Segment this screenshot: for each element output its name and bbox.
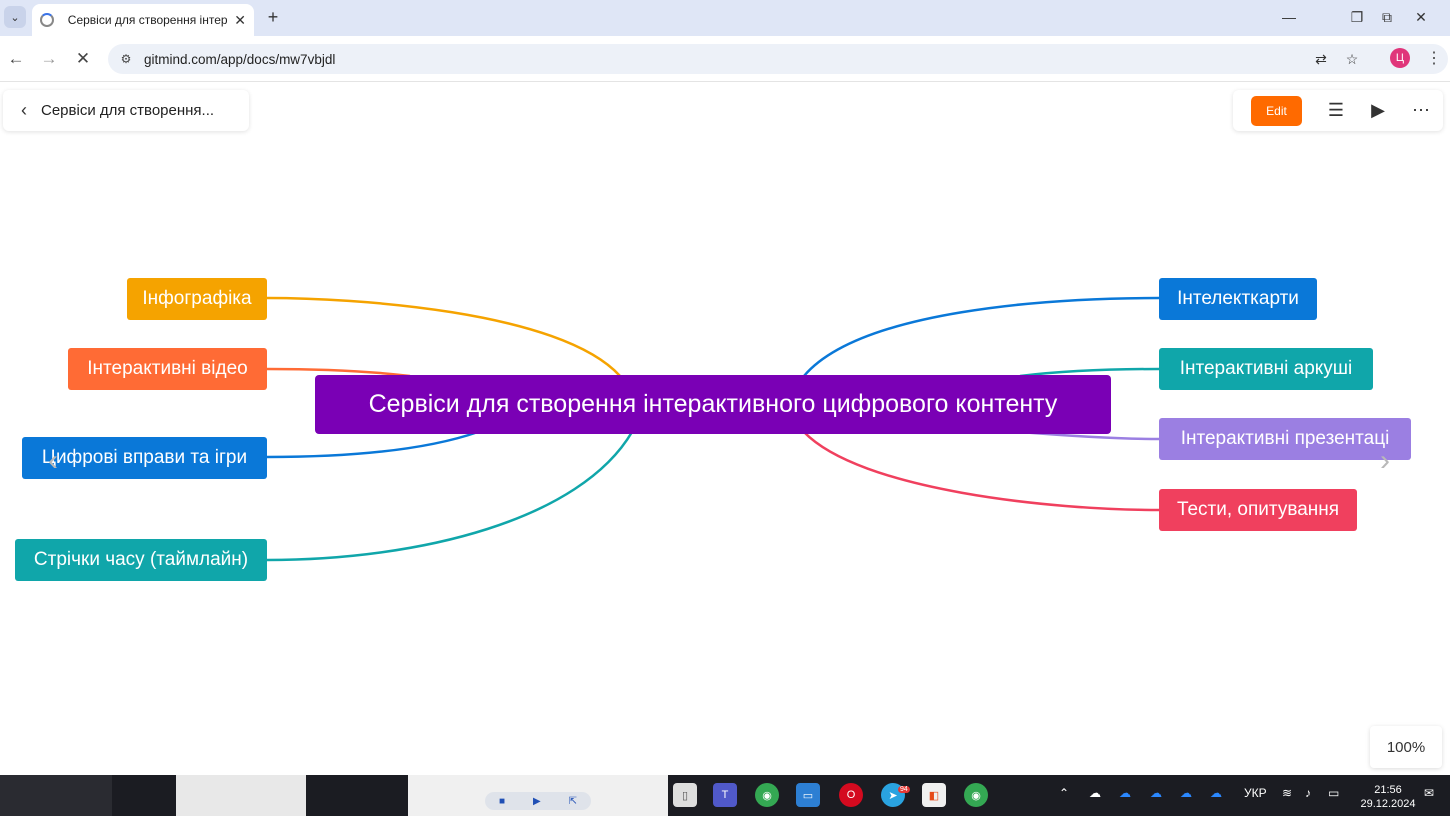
tray-overflow-icon[interactable]: ⌃	[1059, 786, 1069, 800]
language-indicator[interactable]: УКР	[1244, 786, 1267, 800]
system-clock[interactable]: 21:56 29.12.2024	[1357, 783, 1419, 811]
file-icon[interactable]: ▯	[673, 783, 697, 807]
document-title-bar[interactable]: ‹ Сервіси для створення...	[3, 90, 249, 131]
mindmap-node[interactable]: Інфографіка	[127, 278, 267, 320]
mindmap-node[interactable]: Інтелекткарти	[1159, 278, 1317, 320]
monitor-icon[interactable]: ▭	[796, 783, 820, 807]
windows-taskbar: ■ ▶ ⇱ ▯ T ◉ ▭ O ➤ 94 ◧ ◉ ⌃ ☁ ☁ ☁ ☁ ☁ УКР…	[0, 775, 1450, 816]
window-thumbnail[interactable]	[0, 775, 112, 816]
tab-search-icon[interactable]: ⌄	[4, 6, 26, 28]
tab-strip: ⌄ Сервіси для створення інтера ✕ + — ❐ ⧉…	[0, 0, 1450, 36]
clock-date: 29.12.2024	[1360, 798, 1416, 810]
forward-icon[interactable]: →	[37, 47, 61, 71]
url-text: gitmind.com/app/docs/mw7vbjdl	[144, 51, 336, 67]
stop-loading-icon[interactable]: ✕	[71, 47, 95, 71]
clock-time: 21:56	[1374, 784, 1402, 796]
minimize-icon[interactable]: —	[1266, 0, 1312, 34]
address-bar[interactable]: ⚙ gitmind.com/app/docs/mw7vbjdl ⇄ ☆	[108, 44, 1448, 74]
wifi-icon[interactable]: ≋	[1282, 786, 1292, 800]
window-thumbnail[interactable]	[176, 775, 306, 816]
translate-icon[interactable]: ⇄	[1310, 48, 1332, 70]
chrome-profile-icon[interactable]: ◉	[964, 783, 988, 807]
browser-menu-icon[interactable]: ⋮	[1426, 48, 1442, 68]
mindmap-node[interactable]: Стрічки часу (таймлайн)	[15, 539, 267, 581]
zoom-level[interactable]: 100%	[1370, 726, 1442, 768]
site-info-icon[interactable]: ⚙	[118, 51, 134, 67]
tab-title: Сервіси для створення інтера	[67, 13, 229, 27]
mindmap-root-node[interactable]: Сервіси для створення інтерактивного циф…	[315, 375, 1111, 434]
close-window-icon[interactable]: ✕	[1398, 0, 1444, 34]
mindmap-node[interactable]: Тести, опитування	[1159, 489, 1357, 531]
onedrive-icon[interactable]: ☁	[1180, 786, 1192, 800]
browser-toolbar: ← → ✕ ⚙ gitmind.com/app/docs/mw7vbjdl ⇄ …	[0, 36, 1450, 82]
profile-avatar[interactable]: Ц	[1390, 48, 1410, 68]
battery-icon[interactable]: ▭	[1328, 786, 1339, 800]
presentation-icon[interactable]: ▶	[1367, 99, 1389, 121]
telegram-badge: 94	[898, 786, 910, 793]
mindmap-node[interactable]: Інтерактивні аркуші	[1159, 348, 1373, 390]
onedrive-icon[interactable]: ☁	[1150, 786, 1162, 800]
next-arrow-icon[interactable]: ›	[1380, 444, 1390, 478]
onedrive-icon[interactable]: ☁	[1210, 786, 1222, 800]
office-icon[interactable]: ◧	[922, 783, 946, 807]
volume-icon[interactable]: ♪	[1305, 786, 1311, 800]
opera-icon[interactable]: O	[839, 783, 863, 807]
cloud-icon[interactable]: ☁	[1089, 786, 1101, 800]
document-title: Сервіси для створення...	[41, 102, 215, 119]
chrome-icon[interactable]: ◉	[755, 783, 779, 807]
mindmap-node[interactable]: Інтерактивні відео	[68, 348, 267, 390]
expand-icon[interactable]: ⇱	[569, 796, 577, 807]
edit-button[interactable]: Edit	[1251, 96, 1302, 126]
close-tab-icon[interactable]: ✕	[234, 12, 246, 29]
back-chevron-icon[interactable]: ‹	[21, 100, 27, 121]
onedrive-icon[interactable]: ☁	[1119, 786, 1131, 800]
mindmap-node[interactable]: Цифрові вправи та ігри	[22, 437, 267, 479]
stop-icon[interactable]: ■	[499, 796, 505, 807]
mindmap-node[interactable]: Інтерактивні презентаці	[1159, 418, 1411, 460]
notifications-icon[interactable]: ✉	[1424, 786, 1434, 800]
back-icon[interactable]: ←	[4, 47, 28, 71]
bookmark-star-icon[interactable]: ☆	[1341, 48, 1363, 70]
media-controls[interactable]: ■ ▶ ⇱	[485, 792, 591, 810]
more-options-icon[interactable]: ⋯	[1410, 99, 1432, 121]
outline-list-icon[interactable]: ☰	[1325, 99, 1347, 121]
top-right-toolbar: Edit ☰ ▶ ⋯	[1233, 90, 1443, 131]
new-tab-icon[interactable]: +	[262, 6, 284, 28]
loading-favicon-icon	[40, 13, 54, 27]
play-icon[interactable]: ▶	[533, 796, 541, 807]
browser-tab[interactable]: Сервіси для створення інтера ✕	[32, 4, 254, 36]
teams-icon[interactable]: T	[713, 783, 737, 807]
previous-arrow-icon[interactable]: ‹	[48, 444, 58, 478]
